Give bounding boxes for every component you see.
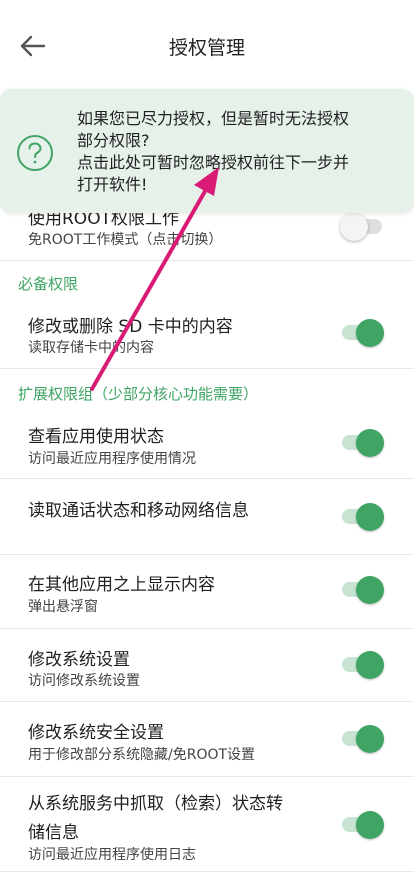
permission-row-dump[interactable]: 从系统服务中抓取（检索）状态转 储信息 访问最近应用程序使用日志 [0, 777, 414, 872]
permission-row-storage[interactable]: 修改或删除 SD 卡中的内容 读取存储卡中的内容 [0, 298, 414, 369]
page-title: 授权管理 [168, 37, 245, 59]
permission-title: 修改或删除 SD 卡中的内容 [28, 317, 233, 337]
tip-text: 如果您已尽力授权，但是暂时无法授权 部分权限? 点击此处可暂时忽略授权前往下一步… [77, 108, 402, 196]
dump-switch[interactable] [340, 808, 386, 840]
tip-line: 点击此处可暂时忽略授权前往下一步并 [77, 153, 350, 172]
permission-row-usage-stats[interactable]: 查看应用使用状态 访问最近应用程序使用情况 [0, 406, 414, 479]
permission-subtitle: 读取存储卡中的内容 [28, 340, 154, 356]
phone-state-switch[interactable] [340, 500, 386, 532]
section-header-required: 必备权限 [18, 275, 79, 293]
tip-line: 部分权限? [77, 131, 150, 150]
app-bar: 授权管理 [0, 0, 414, 92]
permission-row-write-settings[interactable]: 修改系统设置 访问修改系统设置 [0, 629, 414, 702]
tip-line: 打开软件! [77, 175, 148, 194]
permission-subtitle: 访问最近应用程序使用情况 [28, 451, 196, 467]
overlay-switch[interactable] [340, 573, 386, 605]
permission-title: 读取通话状态和移动网络信息 [28, 501, 249, 521]
storage-switch[interactable] [340, 316, 386, 348]
permission-title-line: 从系统服务中抓取（检索）状态转 [28, 794, 283, 814]
permission-title: 修改系统安全设置 [28, 723, 164, 743]
permission-subtitle: 访问修改系统设置 [28, 673, 140, 689]
permission-subtitle: 访问最近应用程序使用日志 [28, 847, 196, 863]
permission-title: 查看应用使用状态 [28, 427, 164, 447]
permission-row-overlay[interactable]: 在其他应用之上显示内容 弹出悬浮窗 [0, 555, 414, 629]
root-mode-subtitle: 免ROOT工作模式（点击切换） [28, 232, 223, 248]
tip-line: 如果您已尽力授权，但是暂时无法授权 [77, 109, 350, 128]
permission-row-phone-state[interactable]: 读取通话状态和移动网络信息 [0, 479, 414, 555]
write-settings-switch[interactable] [340, 648, 386, 680]
permission-title: 在其他应用之上显示内容 [28, 575, 215, 595]
root-mode-switch[interactable] [340, 210, 386, 242]
permission-row-secure-settings[interactable]: 修改系统安全设置 用于修改部分系统隐藏/免ROOT设置 [0, 702, 414, 777]
permission-title-line: 储信息 [28, 823, 79, 843]
secure-settings-switch[interactable] [340, 722, 386, 754]
permission-title: 修改系统设置 [28, 650, 130, 670]
permission-subtitle: 用于修改部分系统隐藏/免ROOT设置 [28, 747, 256, 763]
usage-stats-switch[interactable] [340, 426, 386, 458]
help-circle-icon [17, 135, 53, 171]
section-header-extended: 扩展权限组（少部分核心功能需要） [18, 385, 259, 403]
permission-subtitle: 弹出悬浮窗 [28, 599, 98, 615]
